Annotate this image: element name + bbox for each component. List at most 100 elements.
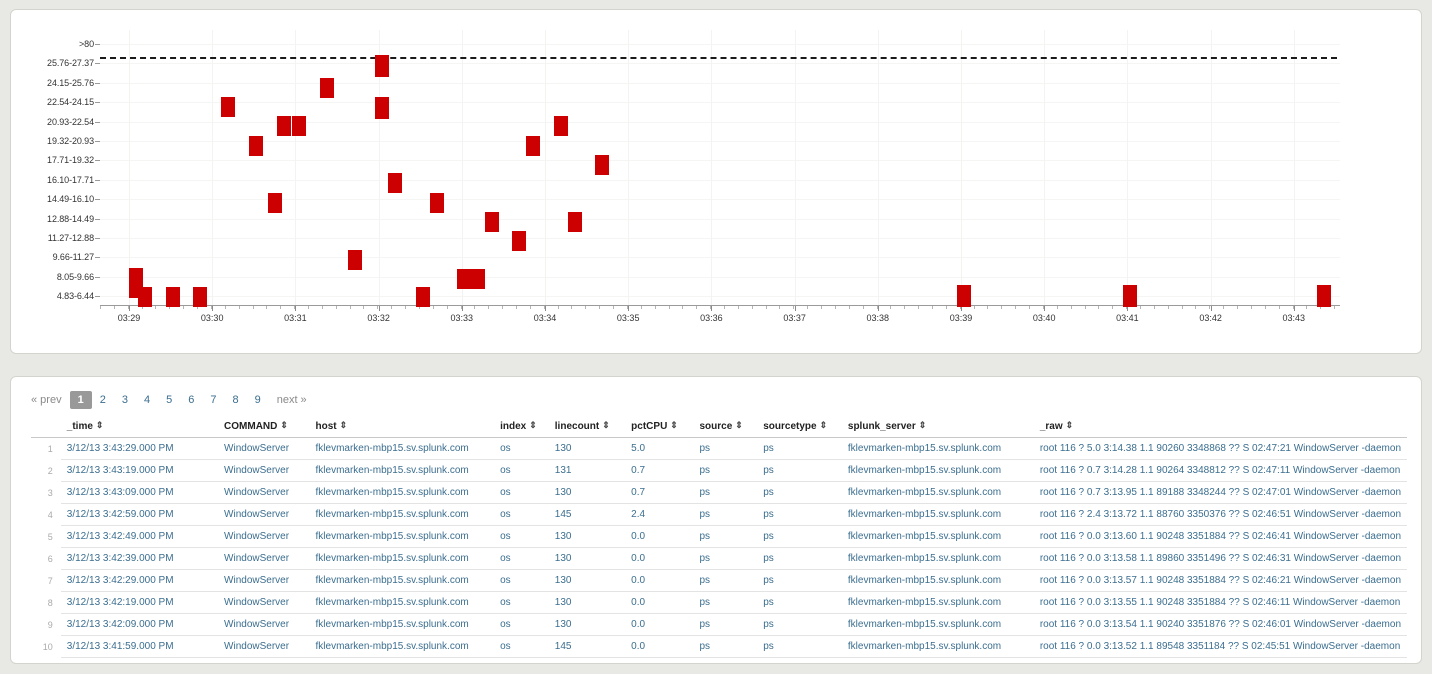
cell-splunk_server[interactable]: fklevmarken-mbp15.sv.splunk.com bbox=[841, 481, 1034, 504]
chart-bar[interactable] bbox=[249, 136, 263, 156]
sort-toggle-icon[interactable]: ⇕ bbox=[96, 421, 104, 430]
column-header-raw[interactable]: _raw ⇕ bbox=[1033, 417, 1407, 438]
cell-pctCPU[interactable]: 0.0 bbox=[625, 547, 694, 570]
chart-bar[interactable] bbox=[595, 155, 609, 175]
cell-COMMAND[interactable]: WindowServer bbox=[218, 613, 310, 636]
cell-linecount[interactable]: 145 bbox=[548, 635, 626, 658]
cell-index[interactable]: os bbox=[494, 547, 549, 570]
cell-splunk_server[interactable]: fklevmarken-mbp15.sv.splunk.com bbox=[841, 613, 1034, 636]
pagination-page-8[interactable]: 8 bbox=[224, 391, 246, 409]
chart-bar[interactable] bbox=[457, 269, 471, 289]
cell-index[interactable]: os bbox=[494, 613, 549, 636]
cell-COMMAND[interactable]: WindowServer bbox=[218, 481, 310, 504]
cell-time[interactable]: 3/12/13 3:42:39.000 PM bbox=[60, 547, 219, 570]
cell-linecount[interactable]: 145 bbox=[548, 503, 626, 526]
sort-toggle-icon[interactable]: ⇕ bbox=[735, 421, 743, 430]
column-header-linecount[interactable]: linecount ⇕ bbox=[548, 417, 626, 438]
chart-bar[interactable] bbox=[320, 78, 334, 98]
column-header-source[interactable]: source ⇕ bbox=[693, 417, 758, 438]
cell-splunk_server[interactable]: fklevmarken-mbp15.sv.splunk.com bbox=[841, 569, 1034, 592]
chart-bar[interactable] bbox=[268, 193, 282, 213]
table-row[interactable]: 7 3/12/13 3:42:29.000 PM WindowServer fklev… bbox=[31, 569, 1407, 592]
cell-host[interactable]: fklevmarken-mbp15.sv.splunk.com bbox=[309, 591, 495, 614]
pagination-prev[interactable]: « prev bbox=[23, 391, 70, 409]
pagination-page-1[interactable]: 1 bbox=[69, 391, 92, 409]
cell-COMMAND[interactable]: WindowServer bbox=[218, 459, 310, 482]
cell-sourcetype[interactable]: ps bbox=[757, 503, 842, 526]
chart-bar[interactable] bbox=[554, 116, 568, 136]
chart-bar[interactable] bbox=[138, 287, 152, 307]
cell-linecount[interactable]: 130 bbox=[548, 437, 626, 460]
table-row[interactable]: 1 3/12/13 3:43:29.000 PM WindowServer fklev… bbox=[31, 437, 1407, 460]
cell-host[interactable]: fklevmarken-mbp15.sv.splunk.com bbox=[309, 481, 495, 504]
cell-linecount[interactable]: 130 bbox=[548, 481, 626, 504]
chart-bar[interactable] bbox=[512, 231, 526, 251]
cell-source[interactable]: ps bbox=[693, 459, 758, 482]
chart-bar[interactable] bbox=[388, 173, 402, 193]
cell-source[interactable]: ps bbox=[693, 481, 758, 504]
cell-time[interactable]: 3/12/13 3:42:29.000 PM bbox=[60, 569, 219, 592]
cell-sourcetype[interactable]: ps bbox=[757, 547, 842, 570]
pagination-page-7[interactable]: 7 bbox=[202, 391, 224, 409]
cell-index[interactable]: os bbox=[494, 569, 549, 592]
table-row[interactable]: 2 3/12/13 3:43:19.000 PM WindowServer fklev… bbox=[31, 459, 1407, 482]
column-header-pctCPU[interactable]: pctCPU ⇕ bbox=[625, 417, 694, 438]
cell-raw[interactable]: root 116 ? 0.0 3:13.58 1.1 89860 3351496… bbox=[1033, 547, 1407, 570]
cell-index[interactable]: os bbox=[494, 525, 549, 548]
cell-raw[interactable]: root 116 ? 0.7 3:13.95 1.1 89188 3348244… bbox=[1033, 481, 1407, 504]
cell-time[interactable]: 3/12/13 3:41:59.000 PM bbox=[60, 635, 219, 658]
cell-time[interactable]: 3/12/13 3:42:19.000 PM bbox=[60, 591, 219, 614]
cell-sourcetype[interactable]: ps bbox=[757, 437, 842, 460]
cell-pctCPU[interactable]: 0.0 bbox=[625, 525, 694, 548]
chart-bar[interactable] bbox=[526, 136, 540, 156]
cell-pctCPU[interactable]: 0.0 bbox=[625, 591, 694, 614]
sort-toggle-icon[interactable]: ⇕ bbox=[280, 421, 288, 430]
cell-raw[interactable]: root 116 ? 5.0 3:14.38 1.1 90260 3348868… bbox=[1033, 437, 1407, 460]
table-row[interactable]: 9 3/12/13 3:42:09.000 PM WindowServer fklev… bbox=[31, 613, 1407, 636]
cell-COMMAND[interactable]: WindowServer bbox=[218, 635, 310, 658]
chart-bar[interactable] bbox=[416, 287, 430, 307]
cell-splunk_server[interactable]: fklevmarken-mbp15.sv.splunk.com bbox=[841, 437, 1034, 460]
table-row[interactable]: 3 3/12/13 3:43:09.000 PM WindowServer fklev… bbox=[31, 481, 1407, 504]
table-row[interactable]: 10 3/12/13 3:41:59.000 PM WindowServer fkle… bbox=[31, 635, 1407, 658]
cell-sourcetype[interactable]: ps bbox=[757, 459, 842, 482]
cell-raw[interactable]: root 116 ? 2.4 3:13.72 1.1 88760 3350376… bbox=[1033, 503, 1407, 526]
sort-toggle-icon[interactable]: ⇕ bbox=[1066, 421, 1074, 430]
cell-linecount[interactable]: 130 bbox=[548, 525, 626, 548]
cell-index[interactable]: os bbox=[494, 503, 549, 526]
column-header-splunk_server[interactable]: splunk_server ⇕ bbox=[841, 417, 1034, 438]
cell-source[interactable]: ps bbox=[693, 613, 758, 636]
cell-raw[interactable]: root 116 ? 0.0 3:13.60 1.1 90248 3351884… bbox=[1033, 525, 1407, 548]
chart-bar[interactable] bbox=[957, 285, 971, 307]
cell-pctCPU[interactable]: 0.0 bbox=[625, 613, 694, 636]
cell-host[interactable]: fklevmarken-mbp15.sv.splunk.com bbox=[309, 437, 495, 460]
cell-linecount[interactable]: 130 bbox=[548, 591, 626, 614]
cell-index[interactable]: os bbox=[494, 481, 549, 504]
cell-splunk_server[interactable]: fklevmarken-mbp15.sv.splunk.com bbox=[841, 591, 1034, 614]
column-header-sourcetype[interactable]: sourcetype ⇕ bbox=[757, 417, 842, 438]
cell-splunk_server[interactable]: fklevmarken-mbp15.sv.splunk.com bbox=[841, 547, 1034, 570]
cell-host[interactable]: fklevmarken-mbp15.sv.splunk.com bbox=[309, 503, 495, 526]
table-row[interactable]: 4 3/12/13 3:42:59.000 PM WindowServer fklev… bbox=[31, 503, 1407, 526]
chart-bar[interactable] bbox=[485, 212, 499, 232]
cell-sourcetype[interactable]: ps bbox=[757, 635, 842, 658]
sort-toggle-icon[interactable]: ⇕ bbox=[529, 421, 537, 430]
chart-area[interactable]: >80 25.76-27.37 24.15-25.76 22.54-24.15 20.9… bbox=[11, 10, 1421, 353]
chart-bar[interactable] bbox=[375, 97, 389, 119]
cell-COMMAND[interactable]: WindowServer bbox=[218, 525, 310, 548]
pagination-page-2[interactable]: 2 bbox=[92, 391, 114, 409]
cell-source[interactable]: ps bbox=[693, 635, 758, 658]
cell-sourcetype[interactable]: ps bbox=[757, 569, 842, 592]
cell-source[interactable]: ps bbox=[693, 525, 758, 548]
cell-host[interactable]: fklevmarken-mbp15.sv.splunk.com bbox=[309, 547, 495, 570]
cell-sourcetype[interactable]: ps bbox=[757, 525, 842, 548]
pagination-page-3[interactable]: 3 bbox=[114, 391, 136, 409]
cell-raw[interactable]: root 116 ? 0.0 3:13.52 1.1 89548 3351184… bbox=[1033, 635, 1407, 658]
cell-splunk_server[interactable]: fklevmarken-mbp15.sv.splunk.com bbox=[841, 525, 1034, 548]
cell-linecount[interactable]: 131 bbox=[548, 459, 626, 482]
cell-splunk_server[interactable]: fklevmarken-mbp15.sv.splunk.com bbox=[841, 459, 1034, 482]
chart-bar[interactable] bbox=[348, 250, 362, 270]
column-header-host[interactable]: host ⇕ bbox=[309, 417, 495, 438]
cell-pctCPU[interactable]: 0.0 bbox=[625, 569, 694, 592]
cell-COMMAND[interactable]: WindowServer bbox=[218, 547, 310, 570]
